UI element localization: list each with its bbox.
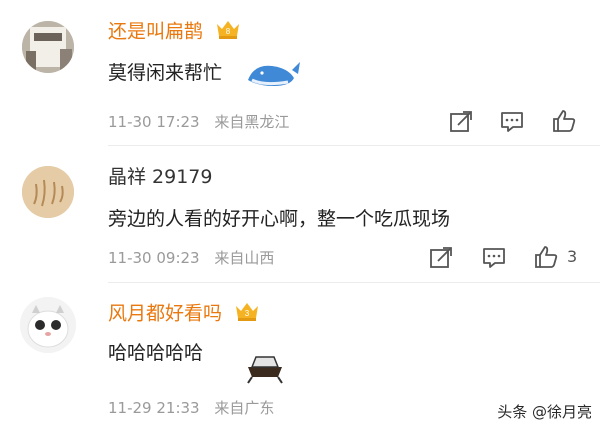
repost-icon bbox=[450, 111, 472, 132]
comment-text: 莫得闲来帮忙 bbox=[108, 62, 223, 84]
reply-icon bbox=[501, 112, 523, 132]
comment-text: 哈哈哈哈哈 bbox=[108, 342, 204, 364]
comment-meta: 11-30 09:23 来自山西 bbox=[108, 248, 284, 268]
svg-text:3: 3 bbox=[245, 309, 250, 318]
avatar[interactable] bbox=[20, 297, 76, 353]
username[interactable]: 还是叫扁鹊 8 bbox=[108, 18, 241, 46]
comment-text: 旁边的人看的好开心啊，整一个吃瓜现场 bbox=[108, 208, 451, 230]
comment-item: 晶祥 29179 旁边的人看的好开心啊，整一个吃瓜现场 11-30 09:23 … bbox=[0, 146, 600, 289]
whale-sticker bbox=[248, 62, 300, 86]
melon-sticker bbox=[247, 356, 283, 384]
timestamp: 11-30 17:23 bbox=[108, 113, 200, 131]
reply-button[interactable] bbox=[481, 245, 507, 271]
svg-text:8: 8 bbox=[226, 27, 231, 36]
like-button[interactable] bbox=[551, 108, 577, 134]
username[interactable]: 晶祥 29179 bbox=[108, 165, 212, 189]
comment-meta: 11-29 21:33 来自广东 bbox=[108, 398, 284, 418]
like-icon bbox=[535, 246, 558, 268]
location: 来自黑龙江 bbox=[214, 113, 290, 131]
like-icon bbox=[553, 110, 576, 132]
reply-button[interactable] bbox=[499, 109, 525, 135]
timestamp: 11-30 09:23 bbox=[108, 249, 200, 267]
comment-item: 还是叫扁鹊 8 莫得闲来帮忙 11-30 17:23 来自黑龙江 bbox=[0, 0, 600, 146]
avatar[interactable] bbox=[22, 166, 74, 218]
location: 来自广东 bbox=[214, 399, 275, 417]
vip-badge-icon: 3 bbox=[234, 300, 260, 328]
watermark: 头条 @徐月亮 bbox=[497, 403, 592, 421]
avatar[interactable] bbox=[22, 21, 74, 73]
timestamp: 11-29 21:33 bbox=[108, 399, 200, 417]
vip-badge-icon: 8 bbox=[215, 18, 241, 46]
repost-button[interactable] bbox=[428, 245, 454, 271]
like-count: 3 bbox=[567, 247, 578, 266]
reply-icon bbox=[483, 248, 505, 268]
comment-meta: 11-30 17:23 来自黑龙江 bbox=[108, 112, 299, 132]
like-button[interactable] bbox=[533, 244, 559, 270]
username[interactable]: 风月都好看吗 3 bbox=[108, 300, 260, 328]
repost-icon bbox=[430, 247, 452, 268]
location: 来自山西 bbox=[214, 249, 275, 267]
repost-button[interactable] bbox=[448, 109, 474, 135]
